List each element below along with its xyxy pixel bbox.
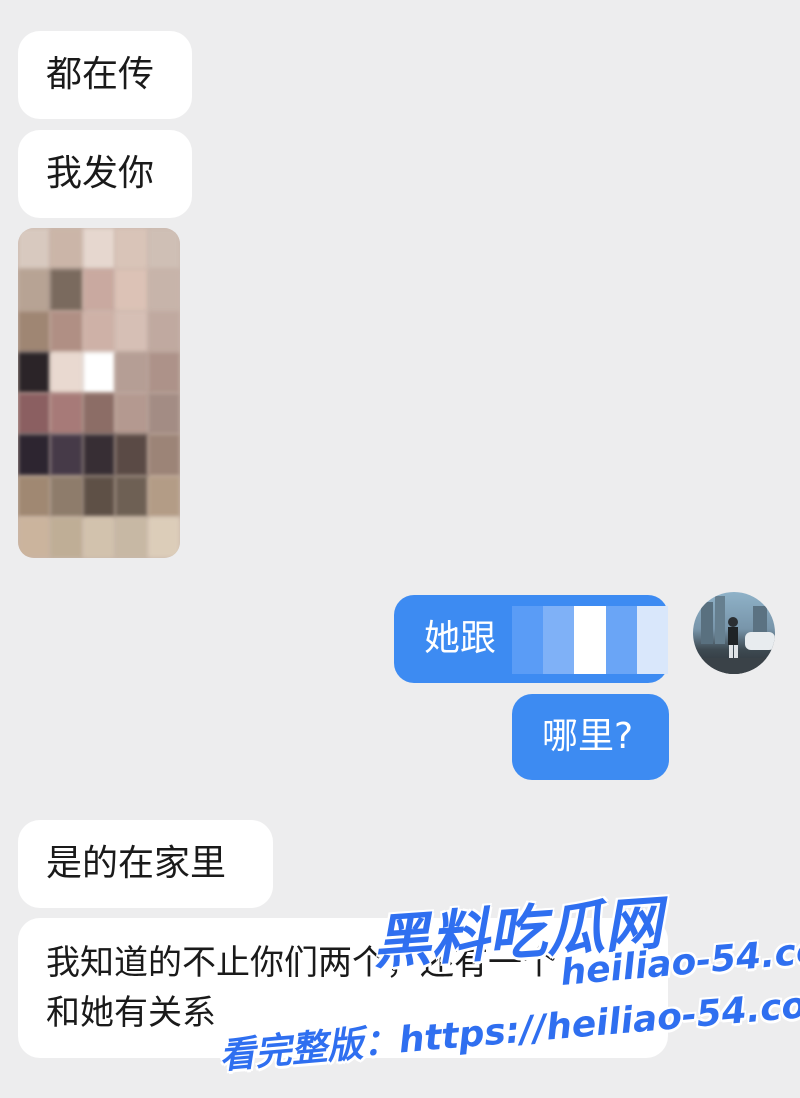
mosaic-cell — [115, 516, 148, 558]
mosaic-cell — [82, 228, 116, 270]
user-avatar[interactable] — [693, 592, 775, 674]
mosaic-cell — [82, 393, 116, 435]
mosaic-cell — [82, 351, 116, 393]
mosaic-cell — [18, 269, 51, 311]
mosaic-cell — [115, 393, 148, 435]
message-text: 我发你 — [46, 153, 155, 194]
message-bubble-incoming[interactable]: 我发你 — [18, 130, 192, 218]
mosaic-cell — [147, 475, 180, 517]
mosaic-cell — [82, 475, 116, 517]
message-bubble-outgoing[interactable]: 哪里? — [512, 694, 669, 780]
message-text: 哪里? — [542, 716, 634, 757]
mosaic-cell — [50, 351, 83, 393]
mosaic-cell — [115, 228, 148, 270]
mosaic-cell — [115, 310, 148, 352]
mosaic-cell — [50, 310, 83, 352]
mosaic-cell — [147, 393, 180, 435]
mosaic-cell — [147, 269, 180, 311]
message-bubble-incoming[interactable]: 都在传 — [18, 31, 192, 119]
mosaic-cell — [18, 475, 51, 517]
mosaic-cell — [50, 269, 83, 311]
mosaic-cell — [18, 310, 51, 352]
mosaic-cell — [115, 434, 148, 476]
mosaic-cell — [50, 393, 83, 435]
mosaic-cell — [82, 434, 116, 476]
mosaic-cell — [82, 516, 116, 558]
message-text: 都在传 — [46, 54, 155, 95]
avatar-icon — [693, 596, 775, 674]
mosaic-cell — [18, 228, 51, 270]
mosaic-cell — [147, 351, 180, 393]
mosaic-cell — [115, 269, 148, 311]
message-text: 是的在家里 — [46, 843, 227, 884]
mosaic-cell — [115, 475, 148, 517]
mosaic-cell — [50, 516, 83, 558]
mosaic-cell — [115, 351, 148, 393]
mosaic-cell — [147, 516, 180, 558]
censor-mosaic — [512, 606, 669, 674]
mosaic-cell — [82, 310, 116, 352]
mosaic-cell — [50, 228, 83, 270]
mosaic-cell — [50, 434, 83, 476]
mosaic-cell — [18, 351, 51, 393]
message-text: 她跟 — [424, 618, 497, 659]
mosaic-cell — [147, 228, 180, 270]
mosaic-cell — [18, 434, 51, 476]
mosaic-cell — [82, 269, 116, 311]
mosaic-cell — [50, 475, 83, 517]
mosaic-cell — [147, 310, 180, 352]
message-bubble-incoming[interactable]: 是的在家里 — [18, 820, 273, 908]
mosaic-cell — [18, 393, 51, 435]
mosaic-cell — [18, 516, 51, 558]
shared-image-thumbnail[interactable] — [18, 228, 180, 558]
mosaic-cell — [147, 434, 180, 476]
